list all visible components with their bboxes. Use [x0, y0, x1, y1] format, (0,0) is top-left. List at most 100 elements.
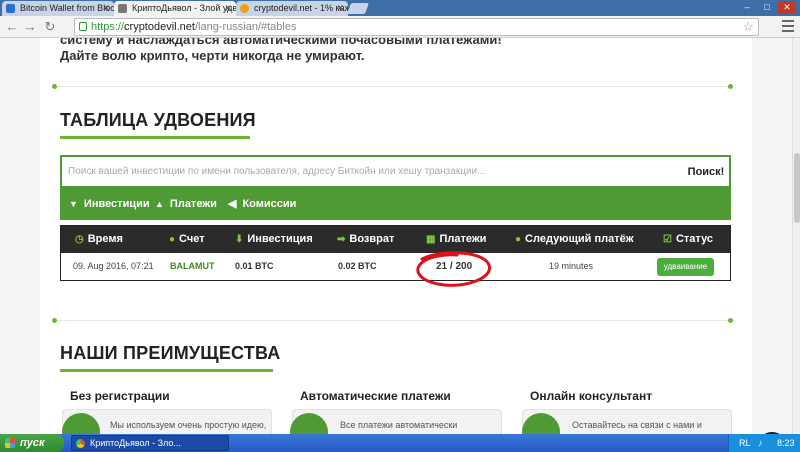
tab-payments[interactable]: ▲ Платежи — [155, 188, 217, 220]
cell-return: 0.02 BTC — [338, 261, 377, 271]
cell-payments: 21 / 200 — [436, 261, 473, 272]
browser-menu-icon[interactable] — [782, 20, 794, 35]
feature-text: Оставайтесь на связи с нами и — [572, 420, 702, 430]
tab-label: Платежи — [169, 198, 217, 210]
system-tray: RL ♪ 8:23 — [728, 434, 800, 452]
doubling-tabs: ▼ Инвестиции ▲ Платежи ◀ Комиссии — [60, 188, 731, 220]
arrow-down-icon: ⬇ — [235, 234, 244, 245]
table-header: ◷ Время ● Счет ⬇ Инвестиция ➡ Возврат ▦ Плате… — [61, 226, 730, 253]
search-button[interactable]: Поиск! — [683, 157, 729, 186]
browser-tab-cryptodevil-net[interactable]: cryptodevil.net - 1% кажд ✕ — [236, 1, 348, 16]
doubling-table-title: ТАБЛИЦА УДВОЕНИЯ — [60, 110, 256, 130]
check-icon: ☑ — [663, 234, 672, 245]
title-underline — [60, 136, 250, 139]
chrome-icon — [76, 439, 85, 448]
window-controls: – □ ✕ — [738, 1, 796, 14]
tab-commissions[interactable]: ◀ Комиссии — [228, 188, 296, 220]
chevron-down-icon: ▼ — [69, 199, 78, 209]
separator-dot — [728, 318, 733, 323]
start-label: пуск — [20, 437, 45, 449]
table-row: 09. Aug 2016, 07:21 BALAMUT 0.01 BTC 0.0… — [61, 253, 730, 280]
column-label: Возврат — [349, 233, 395, 245]
close-tab-icon[interactable]: ✕ — [102, 1, 110, 15]
maximize-icon[interactable]: □ — [758, 1, 776, 14]
megaphone-icon: ◀ — [228, 198, 237, 210]
browser-tab-blockchain[interactable]: Bitcoin Wallet from Blockchain ✕ — [2, 1, 114, 16]
page-scrollbar[interactable] — [792, 38, 800, 434]
feature-title: Автоматические платежи — [300, 389, 451, 403]
column-label: Счет — [179, 233, 205, 245]
language-indicator[interactable]: RL — [739, 434, 751, 452]
lock-icon — [79, 22, 87, 31]
close-tab-icon[interactable]: ✕ — [336, 1, 344, 15]
browser-tab-cryptodevil[interactable]: КриптоДьявол - Злой удво ✕ — [114, 1, 236, 16]
url-host: cryptodevil.net — [124, 21, 195, 33]
tab-label: Инвестиции — [83, 198, 150, 210]
cell-account: BALAMUT — [170, 261, 215, 271]
investment-search-input[interactable] — [62, 157, 683, 186]
address-bar[interactable]: https://cryptodevil.net/lang-russian/#ta… — [74, 18, 759, 36]
column-return: ➡ Возврат — [337, 226, 394, 253]
volume-icon[interactable]: ♪ — [758, 434, 763, 452]
page-content: систему и наслаждаться автоматическими п… — [0, 38, 792, 434]
column-label: Следующий платёж — [525, 233, 634, 245]
feature-title: Онлайн консультант — [530, 389, 653, 403]
browser-tab-label: КриптоДьявол - Злой удво — [132, 3, 236, 13]
cell-time: 09. Aug 2016, 07:21 — [73, 261, 154, 271]
clock: 8:23 — [777, 438, 795, 448]
page-gutter-right — [752, 38, 792, 434]
bookmark-star-icon[interactable]: ☆ — [742, 19, 754, 35]
chart-icon: ▦ — [426, 234, 436, 245]
tab-label: Комиссии — [242, 198, 297, 210]
minimize-icon[interactable]: – — [738, 1, 756, 14]
bitcoin-favicon-icon — [240, 4, 249, 13]
feature-title: Без регистрации — [70, 389, 170, 403]
cell-next-payment: 19 minutes — [549, 261, 594, 271]
cell-investment: 0.01 BTC — [235, 261, 274, 271]
investment-search: Поиск! — [60, 155, 731, 188]
column-label: Время — [87, 233, 123, 245]
browser-tab-label: Bitcoin Wallet from Blockchain — [20, 3, 114, 13]
page-gutter-left — [0, 38, 40, 434]
browser-toolbar: ← → ↻ https://cryptodevil.net/lang-russi… — [0, 16, 800, 38]
tab-investments[interactable]: ▼ Инвестиции — [69, 188, 150, 220]
column-payments: ▦ Платежи — [426, 226, 486, 253]
hero-line-1: систему и наслаждаться автоматическими п… — [60, 38, 502, 47]
arrow-right-icon: ➡ — [337, 234, 346, 245]
browser-tab-strip: Bitcoin Wallet from Blockchain ✕ КриптоД… — [0, 0, 800, 16]
user-icon: ● — [169, 234, 176, 245]
feature-text: Мы используем очень простую идею, — [110, 420, 267, 430]
separator-dot — [728, 84, 733, 89]
new-tab-button[interactable] — [346, 3, 370, 14]
devil-favicon-icon — [118, 4, 127, 13]
advantages-title: НАШИ ПРЕИМУЩЕСТВА — [60, 343, 281, 363]
taskbar-item-label: КриптоДьявол - Зло... — [90, 438, 181, 448]
taskbar-item-browser[interactable]: КриптоДьявол - Зло... — [71, 435, 229, 451]
url-path: /lang-russian/#tables — [194, 21, 297, 33]
reload-icon[interactable]: ↻ — [42, 19, 58, 35]
status-badge[interactable]: удваивание — [657, 258, 714, 276]
feature-text: Все платежи автоматически — [340, 420, 458, 430]
start-button[interactable]: пуск — [0, 434, 64, 452]
doubling-table: ◷ Время ● Счет ⬇ Инвестиция ➡ Возврат ▦ Плате… — [60, 225, 731, 281]
forward-arrow-icon[interactable]: → — [22, 19, 38, 35]
hero-line-2: Дайте волю крипто, черти никогда не умир… — [60, 48, 365, 63]
url-scheme: https:// — [91, 21, 125, 33]
column-label: Статус — [675, 233, 714, 245]
close-tab-icon[interactable]: ✕ — [224, 1, 232, 15]
scrollbar-thumb[interactable] — [794, 153, 800, 223]
separator-line — [57, 320, 730, 321]
column-investment: ⬇ Инвестиция — [235, 226, 313, 253]
back-arrow-icon[interactable]: ← — [4, 19, 20, 35]
separator-line — [57, 86, 730, 87]
column-time: ◷ Время — [75, 226, 123, 253]
blockchain-favicon-icon — [6, 4, 15, 13]
close-window-icon[interactable]: ✕ — [778, 1, 796, 14]
browser-tab-label: cryptodevil.net - 1% кажд — [254, 3, 348, 13]
column-status: ☑ Статус — [663, 226, 713, 253]
clock-icon: ◷ — [75, 234, 84, 245]
title-underline — [60, 369, 273, 372]
column-next-payment: ● Следующий платёж — [515, 226, 634, 253]
bomb-icon: ● — [515, 234, 522, 245]
column-label: Инвестиция — [247, 233, 313, 245]
